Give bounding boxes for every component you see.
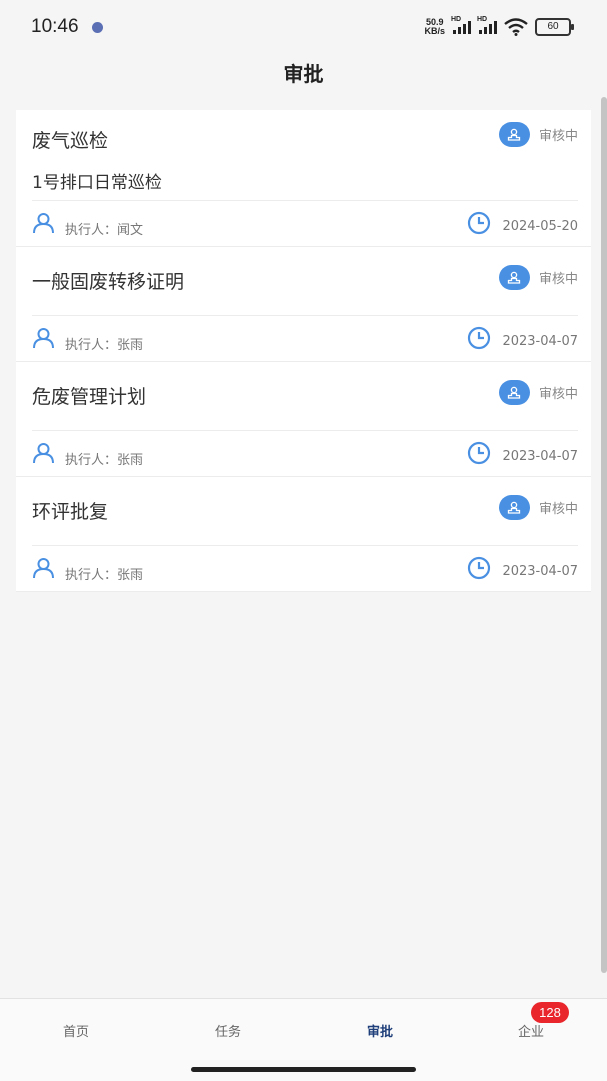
home-indicator[interactable] (191, 1067, 416, 1072)
stamp-icon (498, 495, 530, 520)
signal-icon-2: HD (477, 16, 497, 34)
stamp-icon (498, 265, 530, 290)
signal-icon: HD (451, 16, 471, 34)
battery-icon: 60 (535, 18, 574, 36)
approval-card[interactable]: 一般固废转移证明 审核中 执行人： 张雨 2023-04-07 (16, 247, 591, 362)
person-icon (33, 328, 54, 349)
card-title: 废气巡检 (32, 130, 109, 152)
clock-icon (467, 211, 491, 235)
status-badge: 审核中 (498, 265, 578, 290)
card-date: 2023-04-07 (502, 449, 578, 464)
tab-tasks[interactable]: 任务 (152, 1021, 304, 1040)
stamp-icon (498, 122, 530, 147)
scrollbar[interactable] (601, 97, 607, 973)
approval-card[interactable]: 危废管理计划 审核中 执行人： 张雨 2023-04-07 (16, 362, 591, 477)
card-footer: 执行人： 闻文 2024-05-20 (32, 200, 578, 246)
stamp-icon (498, 380, 530, 405)
status-label: 审核中 (538, 272, 578, 287)
status-time: 10:46 (31, 16, 79, 37)
approval-card[interactable]: 废气巡检 审核中 1号排口日常巡检 执行人： 闻文 2024-05-20 (16, 110, 591, 247)
executor: 执行人： 张雨 (65, 453, 144, 468)
executor: 执行人： 闻文 (65, 223, 144, 238)
notification-icon (92, 22, 103, 33)
net-speed: 50.9 KB/s (424, 17, 445, 36)
clock-icon (467, 326, 491, 350)
status-label: 审核中 (538, 129, 578, 144)
notification-badge: 128 (531, 1002, 569, 1023)
page-title: 审批 (283, 62, 324, 86)
clock-icon (467, 556, 491, 580)
status-badge: 审核中 (498, 122, 578, 147)
status-label: 审核中 (538, 387, 578, 402)
card-footer: 执行人： 张雨 2023-04-07 (32, 315, 578, 361)
card-title: 环评批复 (32, 501, 109, 523)
status-badge: 审核中 (498, 380, 578, 405)
card-date: 2023-04-07 (502, 564, 578, 579)
tab-enterprise[interactable]: 企业 (455, 1021, 607, 1040)
executor: 执行人： 张雨 (65, 568, 144, 583)
status-bar: 10:46 50.9 KB/s HD HD 60 (0, 0, 607, 56)
executor: 执行人： 张雨 (65, 338, 144, 353)
card-subtitle: 1号排口日常巡检 (32, 173, 162, 193)
status-label: 审核中 (538, 502, 578, 517)
card-title: 危废管理计划 (32, 386, 147, 408)
card-date: 2024-05-20 (502, 219, 578, 234)
status-badge: 审核中 (498, 495, 578, 520)
card-title: 一般固废转移证明 (32, 271, 185, 293)
tab-home[interactable]: 首页 (0, 1021, 152, 1040)
card-date: 2023-04-07 (502, 334, 578, 349)
card-footer: 执行人： 张雨 2023-04-07 (32, 545, 578, 591)
clock-icon (467, 441, 491, 465)
approval-card[interactable]: 环评批复 审核中 执行人： 张雨 2023-04-07 (16, 477, 591, 592)
person-icon (33, 443, 54, 464)
tab-approval[interactable]: 审批 (304, 1021, 456, 1040)
wifi-icon (504, 18, 528, 36)
card-footer: 执行人： 张雨 2023-04-07 (32, 430, 578, 476)
status-indicators: 50.9 KB/s HD HD 60 (424, 16, 574, 36)
person-icon (33, 558, 54, 579)
approval-list: 废气巡检 审核中 1号排口日常巡检 执行人： 闻文 2024-05-20 一般固废… (16, 110, 591, 592)
person-icon (33, 213, 54, 234)
